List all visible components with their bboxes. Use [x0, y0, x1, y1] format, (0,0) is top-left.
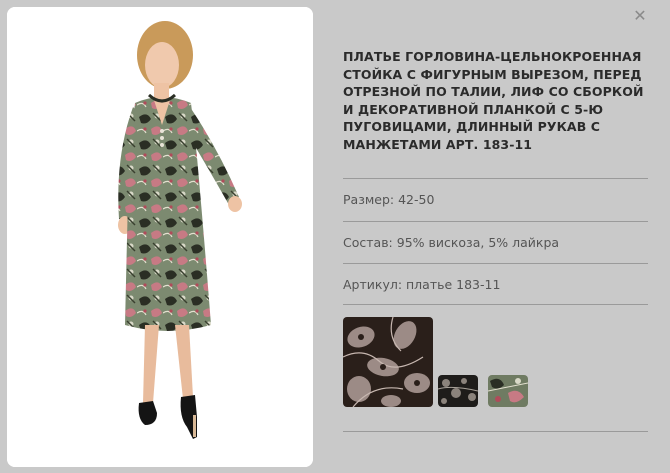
model-in-dress-image: [7, 7, 313, 467]
green-paisley-swatch[interactable]: [488, 375, 528, 407]
divider: [343, 431, 648, 432]
product-title: ПЛАТЬЕ ГОРЛОВИНА-ЦЕЛЬНОКРОЕННАЯ СТОЙКА С…: [343, 49, 644, 152]
size-text: Размер: 42-50: [343, 192, 435, 207]
article-text: Артикул: платье 183-11: [343, 277, 501, 292]
divider: [343, 304, 648, 305]
divider: [343, 178, 648, 179]
divider: [343, 221, 648, 222]
product-photo: [7, 7, 313, 467]
product-modal: ✕ ПЛАТЬЕ ГОРЛОВИНА-ЦЕЛЬНОКРОЕННАЯ СТОЙКА…: [0, 0, 670, 473]
dark-patterned-swatch[interactable]: [438, 375, 478, 407]
close-icon[interactable]: ✕: [632, 8, 648, 24]
composition-text: Состав: 95% вискоза, 5% лайкра: [343, 235, 560, 250]
black-floral-swatch[interactable]: [343, 317, 433, 407]
divider: [343, 263, 648, 264]
